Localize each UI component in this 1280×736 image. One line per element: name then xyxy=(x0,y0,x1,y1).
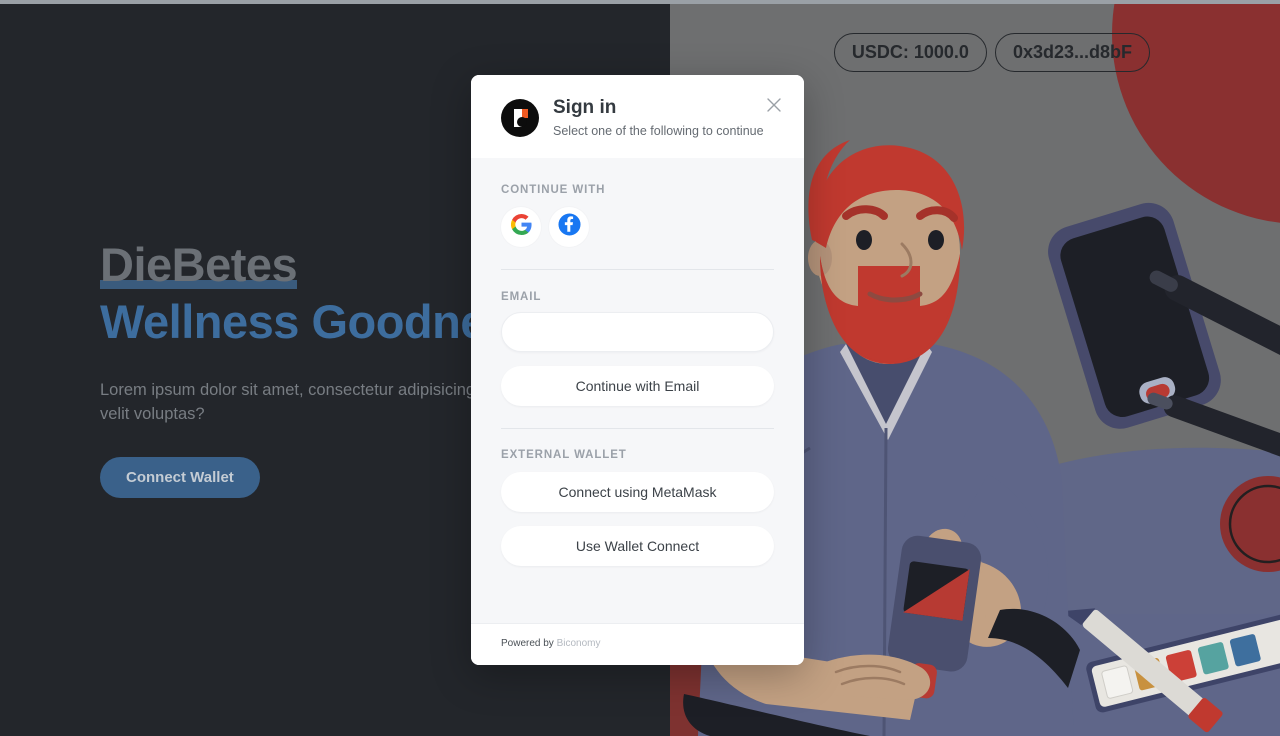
browser-top-strip xyxy=(0,0,1280,4)
connect-metamask-button[interactable]: Connect using MetaMask xyxy=(501,471,774,512)
wallet-connect-button[interactable]: Use Wallet Connect xyxy=(501,525,774,566)
continue-with-label: CONTINUE WITH xyxy=(501,183,606,196)
modal-body: CONTINUE WITH EMAIL Continue with Email … xyxy=(471,158,804,623)
sign-in-modal: Sign in Select one of the following to c… xyxy=(471,75,804,665)
powered-by: Powered by Biconomy xyxy=(501,638,774,649)
app-root: USDC: 1000.0 0x3d23...d8bF DieBetes Well… xyxy=(0,0,1280,736)
powered-by-brand: Biconomy xyxy=(556,638,601,649)
biconomy-logo-icon xyxy=(501,99,539,137)
connect-wallet-button[interactable]: Connect Wallet xyxy=(100,457,260,498)
external-wallet-label: EXTERNAL WALLET xyxy=(501,448,627,461)
powered-by-prefix: Powered by xyxy=(501,638,557,649)
divider-after-email xyxy=(501,427,774,429)
modal-header-row: Sign in Select one of the following to c… xyxy=(501,97,774,138)
modal-title-block: Sign in Select one of the following to c… xyxy=(553,97,764,138)
usdc-balance-badge[interactable]: USDC: 1000.0 xyxy=(833,33,987,72)
facebook-login-button[interactable] xyxy=(549,206,589,247)
email-input[interactable] xyxy=(501,311,774,352)
modal-header: Sign in Select one of the following to c… xyxy=(471,75,804,158)
modal-footer: Powered by Biconomy xyxy=(471,623,804,665)
continue-with-email-button[interactable]: Continue with Email xyxy=(501,365,774,406)
wallet-address-badge[interactable]: 0x3d23...d8bF xyxy=(994,33,1150,72)
hero-title-line-1-text: DieBetes xyxy=(100,238,298,291)
google-login-button[interactable] xyxy=(501,206,541,247)
email-label: EMAIL xyxy=(501,290,542,303)
facebook-icon xyxy=(557,213,581,241)
google-icon xyxy=(510,213,532,240)
hero-title-line-1: DieBetes xyxy=(100,238,298,291)
divider-after-socials xyxy=(501,268,774,270)
social-login-group xyxy=(501,206,774,247)
close-icon[interactable] xyxy=(764,95,784,115)
modal-subtitle: Select one of the following to continue xyxy=(553,123,764,138)
wallet-status-badges: USDC: 1000.0 0x3d23...d8bF xyxy=(833,33,1150,72)
modal-title: Sign in xyxy=(553,97,617,118)
